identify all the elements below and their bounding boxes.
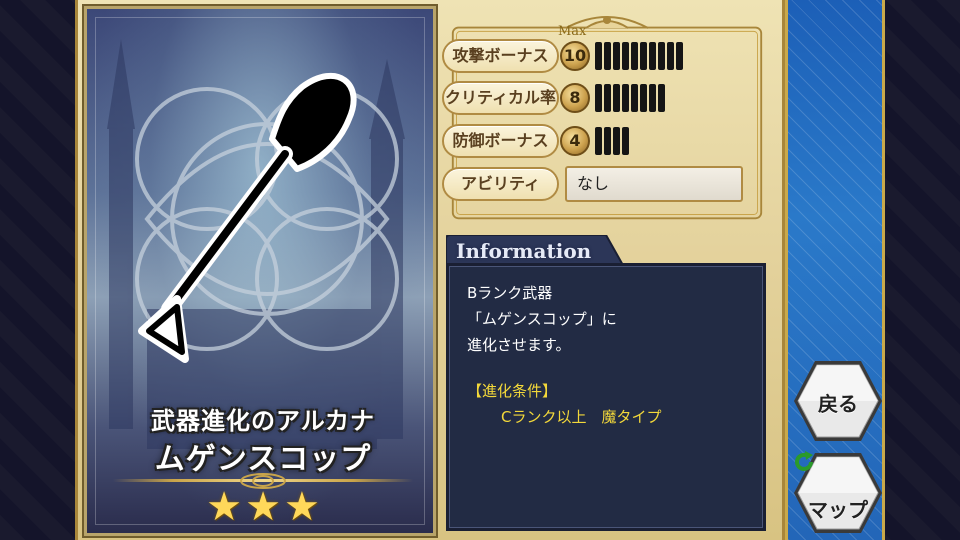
stat-bar-segment — [604, 42, 611, 70]
stat-row-ability: アビリティ — [442, 167, 562, 201]
stat-bar-segment — [622, 127, 629, 155]
stat-bar-segment — [649, 84, 656, 112]
card-subtitle: 武器進化のアルカナ — [150, 406, 376, 435]
stat-bar — [595, 42, 683, 70]
screen: 武器進化のアルカナ ムゲンスコップ ★ ★ ★ Max 攻撃ボーナス 10 クリ… — [0, 0, 960, 540]
star-icon: ★ — [206, 484, 242, 530]
stat-bar-segment — [604, 84, 611, 112]
information-panel: Information Bランク武器 「ムゲンスコップ」に 進化させます。 【進… — [446, 235, 766, 531]
condition-heading: 【進化条件】 — [467, 382, 558, 400]
stat-value: 8 — [560, 83, 590, 113]
stat-bar-segment — [640, 84, 647, 112]
ability-label: アビリティ — [442, 167, 559, 201]
stat-bar-segment — [658, 84, 665, 112]
stat-value: 10 — [560, 41, 590, 71]
stat-bar-segment — [631, 84, 638, 112]
stat-bar — [595, 84, 665, 112]
stat-row-attack: 攻撃ボーナス 10 — [442, 39, 772, 73]
rarity-stars: ★ ★ ★ — [87, 484, 433, 530]
stat-bar-segment — [613, 127, 620, 155]
refresh-icon — [795, 451, 813, 471]
stat-bar-segment — [595, 42, 602, 70]
info-title: Information — [456, 239, 592, 263]
star-icon: ★ — [245, 484, 281, 530]
stat-bar-segment — [613, 84, 620, 112]
info-box: Bランク武器 「ムゲンスコップ」に 進化させます。 【進化条件】 Cランク以上 … — [446, 263, 766, 531]
ornament-icon — [565, 16, 649, 29]
stat-bar-segment — [595, 84, 602, 112]
stat-bar-segment — [676, 42, 683, 70]
stat-value: 4 — [560, 126, 590, 156]
stat-bar-segment — [631, 42, 638, 70]
info-line: 「ムゲンスコップ」に — [467, 310, 617, 328]
map-label: マップ — [808, 498, 868, 522]
star-icon: ★ — [284, 484, 320, 530]
stat-row-defense: 防御ボーナス 4 — [442, 124, 772, 158]
stat-label: クリティカル率 — [442, 81, 559, 115]
info-line: Bランク武器 — [467, 284, 553, 302]
weapon-card: 武器進化のアルカナ ムゲンスコップ ★ ★ ★ — [82, 4, 438, 538]
stat-row-critical: クリティカル率 8 — [442, 81, 772, 115]
back-button[interactable]: 戻る — [792, 358, 884, 444]
stat-bar-segment — [640, 42, 647, 70]
map-button[interactable]: マップ — [792, 450, 884, 536]
stat-bar-segment — [604, 127, 611, 155]
stat-bar-segment — [595, 127, 602, 155]
stat-bar-segment — [622, 84, 629, 112]
back-label: 戻る — [818, 392, 858, 416]
stat-bar-segment — [613, 42, 620, 70]
stat-label: 攻撃ボーナス — [442, 39, 559, 73]
stat-bar-segment — [667, 42, 674, 70]
ability-value: なし — [565, 166, 743, 202]
stat-bar — [595, 127, 629, 155]
max-label: Max — [558, 24, 587, 39]
condition-text: Cランク以上 魔タイプ — [501, 408, 662, 426]
info-line: 進化させます。 — [467, 336, 571, 354]
stat-bar-segment — [649, 42, 656, 70]
stat-bar-segment — [658, 42, 665, 70]
stat-label: 防御ボーナス — [442, 124, 559, 158]
stat-bar-segment — [622, 42, 629, 70]
